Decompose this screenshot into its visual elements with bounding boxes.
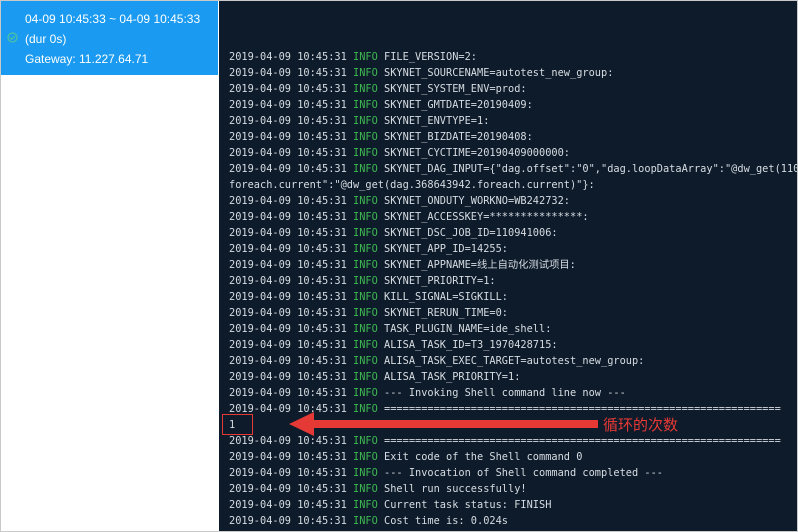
annotation-arrow-icon (289, 412, 598, 436)
loop-count-annotation: 循环的次数 (603, 416, 679, 434)
